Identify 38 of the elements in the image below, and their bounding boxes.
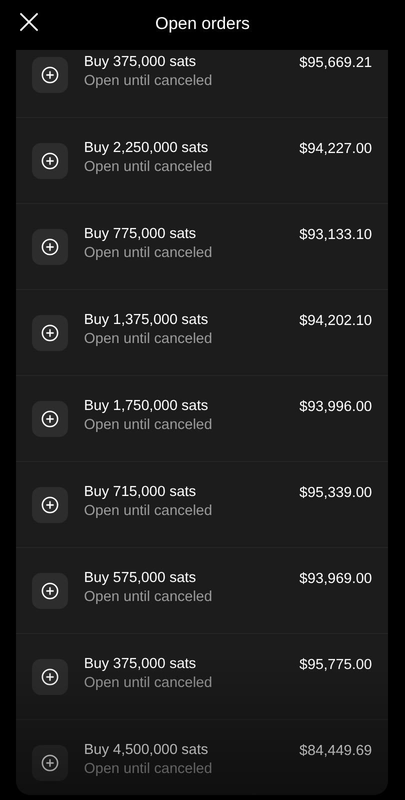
add-icon[interactable] (32, 486, 68, 522)
order-price: $93,133.10 (299, 227, 372, 243)
order-label: Buy 775,000 sats (84, 226, 198, 242)
order-status: Open until canceled (84, 589, 214, 605)
add-icon[interactable] (32, 56, 68, 92)
order-label: Buy 4,500,000 sats (84, 742, 210, 758)
order-price: $84,449.69 (299, 743, 372, 759)
order-label: Buy 1,750,000 sats (84, 398, 210, 414)
order-label: Buy 715,000 sats (84, 484, 198, 500)
add-icon[interactable] (32, 658, 68, 694)
order-label: Buy 1,375,000 sats (84, 312, 210, 328)
close-icon[interactable] (20, 13, 38, 31)
order-price: $93,969.00 (299, 571, 372, 587)
order-status: Open until canceled (84, 417, 214, 433)
order-label: Buy 575,000 sats (84, 570, 198, 586)
order-price: $94,202.10 (299, 313, 372, 329)
order-price: $94,227.00 (299, 141, 372, 157)
order-status: Open until canceled (84, 675, 214, 691)
order-label: Buy 375,000 sats (84, 656, 198, 672)
order-status: Open until canceled (84, 761, 214, 777)
order-status: Open until canceled (84, 245, 214, 261)
order-status: Open until canceled (84, 503, 214, 519)
add-icon[interactable] (32, 744, 68, 780)
add-icon[interactable] (32, 572, 68, 608)
add-icon[interactable] (32, 314, 68, 350)
order-price: $95,775.00 (299, 657, 372, 673)
order-price: $95,669.21 (299, 55, 372, 71)
order-label: Buy 375,000 sats (84, 54, 198, 70)
add-icon[interactable] (32, 142, 68, 178)
order-label: Buy 2,250,000 sats (84, 140, 210, 156)
add-icon[interactable] (32, 400, 68, 436)
order-status: Open until canceled (84, 331, 214, 347)
order-price: $93,996.00 (299, 399, 372, 415)
add-icon[interactable] (32, 228, 68, 264)
order-price: $95,339.00 (299, 485, 372, 501)
order-status: Open until canceled (84, 73, 214, 89)
order-status: Open until canceled (84, 159, 214, 175)
screen-title: Open orders (155, 14, 250, 34)
